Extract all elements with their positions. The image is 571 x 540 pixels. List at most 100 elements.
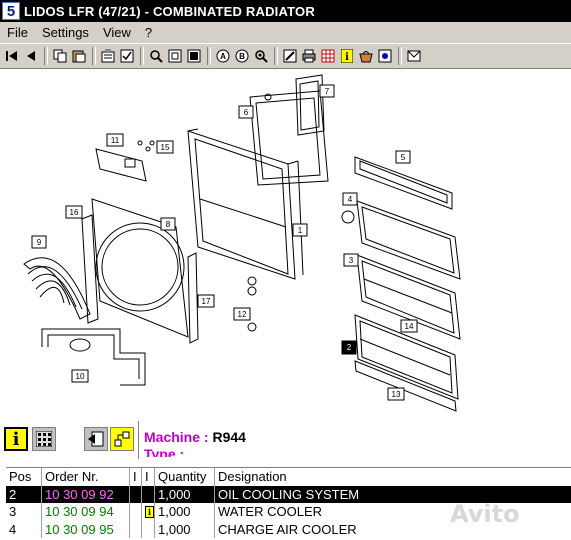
callout-1[interactable]: 1 [292, 223, 308, 237]
callout-12[interactable]: 12 [233, 307, 251, 321]
svg-text:A: A [220, 52, 226, 61]
callout-9[interactable]: 9 [31, 235, 47, 249]
row-order-nr: 10 30 09 95 [42, 520, 130, 538]
callout-15-label: 15 [161, 143, 170, 152]
row-info2: i [142, 503, 155, 521]
toolbar-separator [140, 47, 144, 65]
hotspot-icon[interactable] [377, 48, 393, 64]
callout-11[interactable]: 11 [106, 133, 124, 147]
callout-17[interactable]: 17 [197, 294, 215, 308]
menu-view[interactable]: View [96, 25, 138, 40]
col-designation-header[interactable]: Designation [215, 468, 571, 486]
search-part-icon[interactable] [253, 48, 269, 64]
go-to-drawing-button[interactable] [84, 427, 108, 451]
toolbar-separator [44, 47, 48, 65]
find-icon[interactable]: A [215, 48, 231, 64]
callout-1-label: 1 [298, 226, 303, 235]
row-order-nr: 10 30 09 94 [42, 503, 130, 521]
copy-icon[interactable] [52, 48, 68, 64]
callout-3[interactable]: 3 [343, 253, 359, 267]
menu-file[interactable]: File [0, 25, 35, 40]
info-icon[interactable]: i [145, 505, 154, 518]
toolbar-separator [274, 47, 278, 65]
row-info1 [130, 520, 142, 538]
menu-help[interactable]: ? [138, 25, 159, 40]
machine-info: Machine : R944 [144, 429, 246, 445]
callout-5[interactable]: 5 [395, 150, 411, 164]
callout-15[interactable]: 15 [156, 140, 174, 154]
callout-2-label: 2 [347, 343, 352, 352]
callout-3-label: 3 [349, 256, 354, 265]
parts-grid-button[interactable] [32, 427, 56, 451]
callout-14[interactable]: 14 [400, 319, 418, 333]
menu-bar: File Settings View ? [0, 22, 571, 42]
callout-2[interactable]: 2 [341, 340, 357, 355]
col-quantity-header[interactable]: Quantity [155, 468, 215, 486]
paste-icon[interactable] [71, 48, 87, 64]
toolbar-separator [398, 47, 402, 65]
col-pos-header[interactable]: Pos [6, 468, 42, 486]
print-icon[interactable] [301, 48, 317, 64]
callout-6[interactable]: 6 [238, 105, 254, 119]
checklist-icon[interactable] [119, 48, 135, 64]
callout-10-label: 10 [76, 372, 85, 381]
zoom-fit-icon[interactable] [167, 48, 183, 64]
notes-icon[interactable] [100, 48, 116, 64]
callout-14-label: 14 [405, 322, 414, 331]
grid-icon [36, 431, 52, 447]
callout-13[interactable]: 13 [387, 387, 405, 401]
radiator-diagram: 1 2 3 4 5 6 7 8 9 10 11 12 13 14 15 16 1… [23, 74, 461, 412]
info-icon[interactable]: i [339, 48, 355, 64]
toolbar: A B i [0, 43, 571, 69]
callout-4-label: 4 [348, 195, 353, 204]
edit-icon[interactable] [282, 48, 298, 64]
title-bar: 5 LIDOS LFR (47/21) - COMBINATED RADIATO… [0, 0, 571, 22]
arrow-into-box-icon [88, 431, 104, 447]
toolbar-separator [207, 47, 211, 65]
grid-icon[interactable] [320, 48, 336, 64]
callout-12-label: 12 [238, 310, 247, 319]
hierarchy-icon [114, 431, 130, 447]
zoom-page-icon[interactable] [186, 48, 202, 64]
callout-17-label: 17 [202, 297, 211, 306]
row-info2 [142, 520, 155, 538]
col-order-header[interactable]: Order Nr. [42, 468, 130, 486]
callout-10[interactable]: 10 [71, 369, 89, 383]
row-pos: 4 [6, 520, 42, 538]
callout-6-label: 6 [244, 108, 249, 117]
callout-8-label: 8 [166, 220, 171, 229]
basket-icon[interactable] [358, 48, 374, 64]
panel-divider [138, 421, 139, 459]
table-header: Pos Order Nr. I I Quantity Designation [6, 468, 571, 486]
callout-9-label: 9 [37, 238, 42, 247]
callout-8[interactable]: 8 [160, 217, 176, 231]
col-info1-header[interactable]: I [130, 468, 142, 486]
row-info1 [130, 503, 142, 521]
exploded-parts-drawing: 1 2 3 4 5 6 7 8 9 10 11 12 13 14 15 16 1… [0, 69, 571, 419]
callout-5-label: 5 [401, 153, 406, 162]
first-icon[interactable] [4, 48, 20, 64]
col-info2-header[interactable]: I [142, 468, 155, 486]
callout-7[interactable]: 7 [319, 84, 335, 98]
machine-label: Machine : [144, 429, 209, 445]
row-order-nr: 10 30 09 92 [42, 485, 130, 503]
callout-13-label: 13 [392, 390, 401, 399]
callout-11-label: 11 [111, 136, 120, 145]
callout-16[interactable]: 16 [65, 205, 83, 219]
callout-4[interactable]: 4 [342, 192, 358, 206]
svg-text:i: i [345, 52, 349, 63]
info-button[interactable]: i [4, 427, 28, 451]
prev-icon[interactable] [23, 48, 39, 64]
watermark: Avito [450, 500, 520, 528]
mail-icon[interactable] [406, 48, 422, 64]
type-label: Type : [144, 446, 185, 457]
find-next-icon[interactable]: B [234, 48, 250, 64]
row-info1 [130, 485, 142, 503]
machine-value: R944 [212, 429, 246, 445]
hierarchy-button[interactable] [110, 427, 134, 451]
callout-16-label: 16 [70, 208, 79, 217]
menu-settings[interactable]: Settings [35, 25, 96, 40]
toolbar-separator [92, 47, 96, 65]
row-info2 [142, 485, 155, 503]
zoom-icon[interactable] [148, 48, 164, 64]
